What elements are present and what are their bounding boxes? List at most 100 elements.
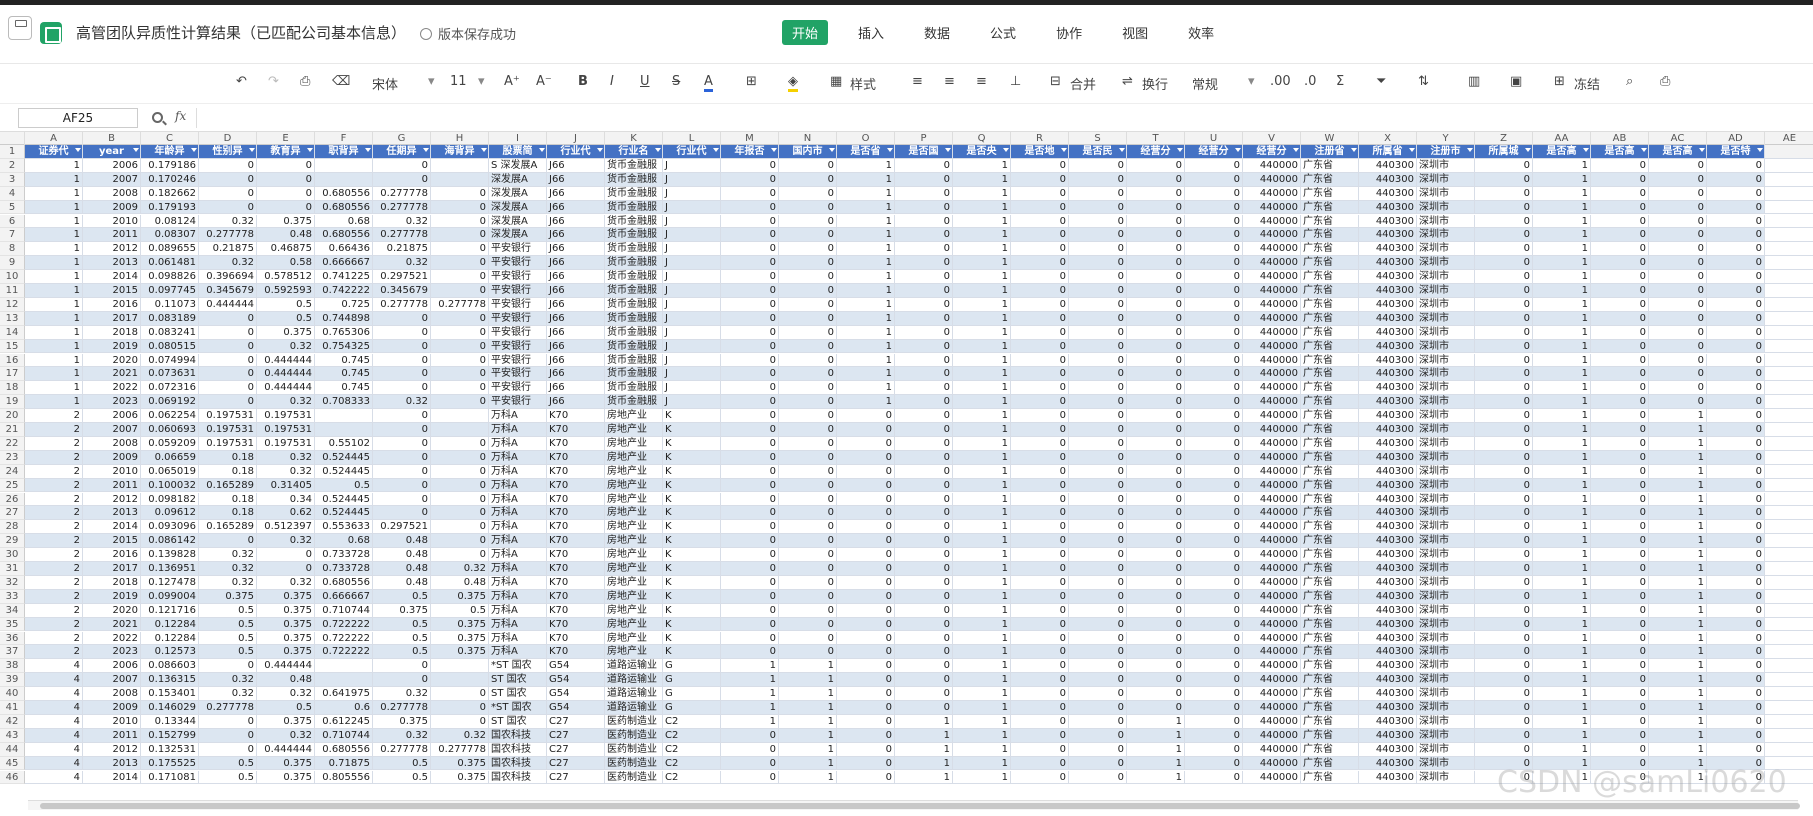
cell-W8[interactable]: 广东省: [1301, 242, 1359, 257]
tab-5[interactable]: 视图: [1112, 20, 1158, 45]
cell-N44[interactable]: 1: [779, 742, 837, 757]
cell-R6[interactable]: 0: [1011, 214, 1069, 229]
tab-1[interactable]: 插入: [848, 20, 894, 45]
filter-dropdown-icon[interactable]: [249, 148, 255, 152]
cell-AD25[interactable]: 0: [1707, 478, 1765, 493]
cell-K28[interactable]: 房地产业: [605, 520, 663, 535]
cell-I35[interactable]: 万科A: [489, 617, 547, 632]
cell-AC34[interactable]: 1: [1649, 603, 1707, 618]
cell-I26[interactable]: 万科A: [489, 492, 547, 507]
cell-L21[interactable]: K: [663, 423, 721, 437]
cell-C28[interactable]: 0.093096: [141, 520, 199, 535]
cell-B17[interactable]: 2021: [83, 367, 141, 382]
cell-K39[interactable]: 道路运输业: [605, 673, 663, 688]
cell-L33[interactable]: K: [663, 589, 721, 604]
cell-Z36[interactable]: 0: [1475, 631, 1533, 646]
cell-E30[interactable]: 0: [257, 548, 315, 562]
cell-V42[interactable]: 440000: [1243, 714, 1301, 729]
cell-K42[interactable]: 医药制造业: [605, 714, 663, 729]
cell-AB8[interactable]: 0: [1591, 242, 1649, 257]
cell-U13[interactable]: 0: [1185, 311, 1243, 326]
cell-N32[interactable]: 0: [779, 575, 837, 590]
cell-S37[interactable]: 0: [1069, 645, 1127, 660]
row-number[interactable]: 45: [0, 756, 25, 771]
cell-T36[interactable]: 0: [1127, 631, 1185, 646]
row-number[interactable]: 4: [0, 186, 25, 201]
cell-X45[interactable]: 440300: [1359, 756, 1417, 771]
cell-W39[interactable]: 广东省: [1301, 673, 1359, 688]
cell-U46[interactable]: 0: [1185, 770, 1243, 785]
cell-G10[interactable]: 0.297521: [373, 270, 431, 284]
cell-Z21[interactable]: 0: [1475, 423, 1533, 437]
cell-J3[interactable]: J66: [547, 172, 605, 187]
cell-AD24[interactable]: 0: [1707, 464, 1765, 479]
cell-X25[interactable]: 440300: [1359, 478, 1417, 493]
cell-M41[interactable]: 1: [721, 701, 779, 715]
cell-J35[interactable]: K70: [547, 617, 605, 632]
cell-R28[interactable]: 0: [1011, 520, 1069, 535]
cell-O12[interactable]: 1: [837, 297, 895, 312]
cell-M6[interactable]: 0: [721, 214, 779, 229]
cell-AA26[interactable]: 1: [1533, 492, 1591, 507]
cell-E11[interactable]: 0.592593: [257, 284, 315, 298]
cell-AA35[interactable]: 1: [1533, 617, 1591, 632]
cell-N9[interactable]: 0: [779, 256, 837, 271]
cell-L32[interactable]: K: [663, 575, 721, 590]
cell-T18[interactable]: 0: [1127, 381, 1185, 396]
cell-V20[interactable]: 440000: [1243, 409, 1301, 423]
cell-F39[interactable]: [315, 673, 373, 688]
cell-AC13[interactable]: 0: [1649, 311, 1707, 326]
cell-G36[interactable]: 0.5: [373, 631, 431, 646]
cell-F46[interactable]: 0.805556: [315, 770, 373, 785]
cell-AA38[interactable]: 1: [1533, 659, 1591, 674]
cell-Q16[interactable]: 1: [953, 353, 1011, 368]
cell-V9[interactable]: 440000: [1243, 256, 1301, 271]
cell-AE12[interactable]: [1765, 297, 1813, 312]
cell-AD42[interactable]: 0: [1707, 714, 1765, 729]
cell-G24[interactable]: 0: [373, 464, 431, 479]
cell-P36[interactable]: 0: [895, 631, 953, 646]
cell-R46[interactable]: 0: [1011, 770, 1069, 785]
cell-AE39[interactable]: [1765, 673, 1813, 688]
cell-J10[interactable]: J66: [547, 270, 605, 284]
cell-U27[interactable]: 0: [1185, 506, 1243, 521]
cell-G13[interactable]: 0: [373, 311, 431, 326]
cell-B12[interactable]: 2016: [83, 297, 141, 312]
cell-R43[interactable]: 0: [1011, 728, 1069, 743]
cell-Z38[interactable]: 0: [1475, 659, 1533, 674]
cell-G2[interactable]: 0: [373, 158, 431, 173]
cell-AB22[interactable]: 0: [1591, 436, 1649, 451]
cell-W35[interactable]: 广东省: [1301, 617, 1359, 632]
cell-N10[interactable]: 0: [779, 270, 837, 284]
cell-F30[interactable]: 0.733728: [315, 548, 373, 562]
cell-A12[interactable]: 1: [25, 297, 83, 312]
underline-icon[interactable]: U: [640, 74, 650, 89]
cell-T16[interactable]: 0: [1127, 353, 1185, 368]
cell-A34[interactable]: 2: [25, 603, 83, 618]
cell-S29[interactable]: 0: [1069, 534, 1127, 549]
cell-L36[interactable]: K: [663, 631, 721, 646]
cell-M11[interactable]: 0: [721, 284, 779, 298]
column-header-Y[interactable]: Y: [1417, 132, 1475, 145]
cell-E25[interactable]: 0.31405: [257, 478, 315, 493]
cell-B7[interactable]: 2011: [83, 228, 141, 243]
cell-AB29[interactable]: 0: [1591, 534, 1649, 549]
cell-AE19[interactable]: [1765, 395, 1813, 410]
cell-V18[interactable]: 440000: [1243, 381, 1301, 396]
cell-P43[interactable]: 1: [895, 728, 953, 743]
column-header-G[interactable]: G: [373, 132, 431, 145]
cell-O38[interactable]: 0: [837, 659, 895, 674]
cell-D9[interactable]: 0.32: [199, 256, 257, 271]
cell-K45[interactable]: 医药制造业: [605, 756, 663, 771]
cell-O5[interactable]: 1: [837, 200, 895, 215]
cell-P42[interactable]: 1: [895, 714, 953, 729]
cell-S36[interactable]: 0: [1069, 631, 1127, 646]
cell-T27[interactable]: 0: [1127, 506, 1185, 521]
cell-Q35[interactable]: 1: [953, 617, 1011, 632]
cell-F23[interactable]: 0.524445: [315, 450, 373, 465]
cell-F28[interactable]: 0.553633: [315, 520, 373, 535]
cell-Y8[interactable]: 深圳市: [1417, 242, 1475, 257]
cell-P44[interactable]: 1: [895, 742, 953, 757]
cell-C16[interactable]: 0.074994: [141, 353, 199, 368]
cell-K44[interactable]: 医药制造业: [605, 742, 663, 757]
